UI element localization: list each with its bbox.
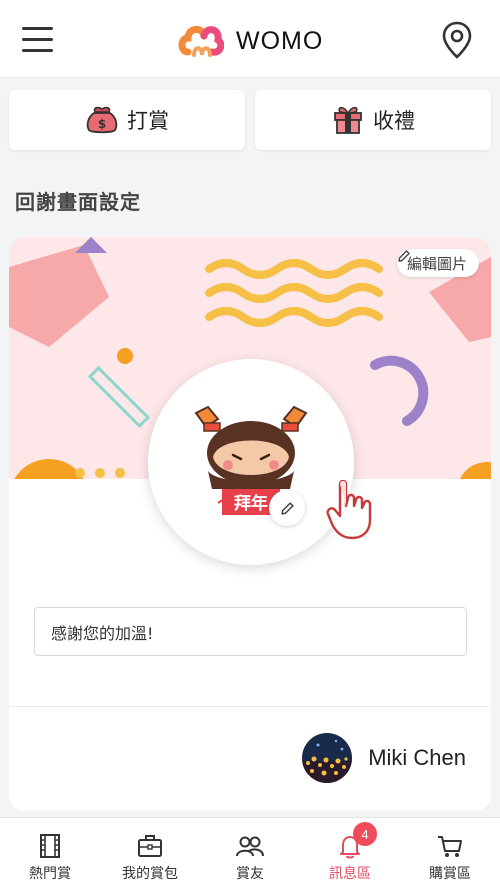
nav-item-shop[interactable]: 購賞區 — [400, 818, 500, 889]
pencil-icon — [398, 250, 410, 262]
pointing-hand-icon — [326, 480, 372, 540]
svg-text:$: $ — [98, 117, 106, 131]
nav-label: 熱門賞 — [29, 866, 71, 882]
edit-image-button[interactable]: 編輯圖片 — [396, 249, 479, 277]
nav-label: 我的賞包 — [122, 866, 178, 882]
briefcase-icon — [138, 835, 162, 857]
brand[interactable]: WOMO — [178, 22, 323, 60]
avatar — [302, 733, 353, 783]
location-pin-icon[interactable] — [442, 21, 472, 59]
nav-item-hot[interactable]: 熱門賞 — [0, 818, 100, 889]
divider — [9, 706, 491, 707]
thank-you-message-input[interactable] — [34, 607, 467, 656]
app-name: WOMO — [236, 26, 324, 55]
section-title: 回謝畫面設定 — [15, 190, 141, 214]
pencil-icon — [280, 501, 294, 515]
thank-you-card: 編輯圖片 拜年 感謝您的加溫! Miki Chen — [9, 237, 491, 811]
nav-label: 賞友 — [236, 866, 264, 882]
notification-badge: 4 — [353, 822, 377, 846]
user-name: Miki Chen — [368, 745, 466, 770]
tip-button[interactable]: $ 打賞 — [9, 90, 245, 150]
womo-logo-icon — [178, 26, 224, 57]
user-profile[interactable]: Miki Chen — [302, 733, 466, 783]
friends-icon — [236, 836, 264, 857]
bottom-navigation: 熱門賞 我的賞包 賞友 4 訊息區 購賞區 — [0, 817, 500, 889]
tip-label: 打賞 — [127, 109, 169, 133]
svg-text:拜年: 拜年 — [234, 493, 268, 514]
top-bar: WOMO — [0, 0, 500, 78]
menu-icon[interactable] — [22, 27, 54, 53]
nav-label: 訊息區 — [329, 866, 371, 882]
thank-you-sticker: 拜年 — [148, 359, 354, 565]
nav-item-my-rewards[interactable]: 我的賞包 — [100, 818, 200, 889]
film-icon — [40, 834, 60, 858]
gift-box-icon — [334, 106, 362, 134]
receive-gift-button[interactable]: 收禮 — [255, 90, 491, 150]
nav-item-messages[interactable]: 4 訊息區 — [300, 818, 400, 889]
cart-icon — [438, 836, 462, 857]
money-bag-icon: $ — [86, 106, 118, 134]
gift-label: 收禮 — [373, 109, 415, 133]
nav-item-friends[interactable]: 賞友 — [200, 818, 300, 889]
edit-image-label: 編輯圖片 — [406, 254, 467, 273]
nav-label: 購賞區 — [429, 866, 471, 882]
user-avatar-image — [302, 733, 353, 783]
edit-avatar-button[interactable] — [269, 490, 305, 526]
